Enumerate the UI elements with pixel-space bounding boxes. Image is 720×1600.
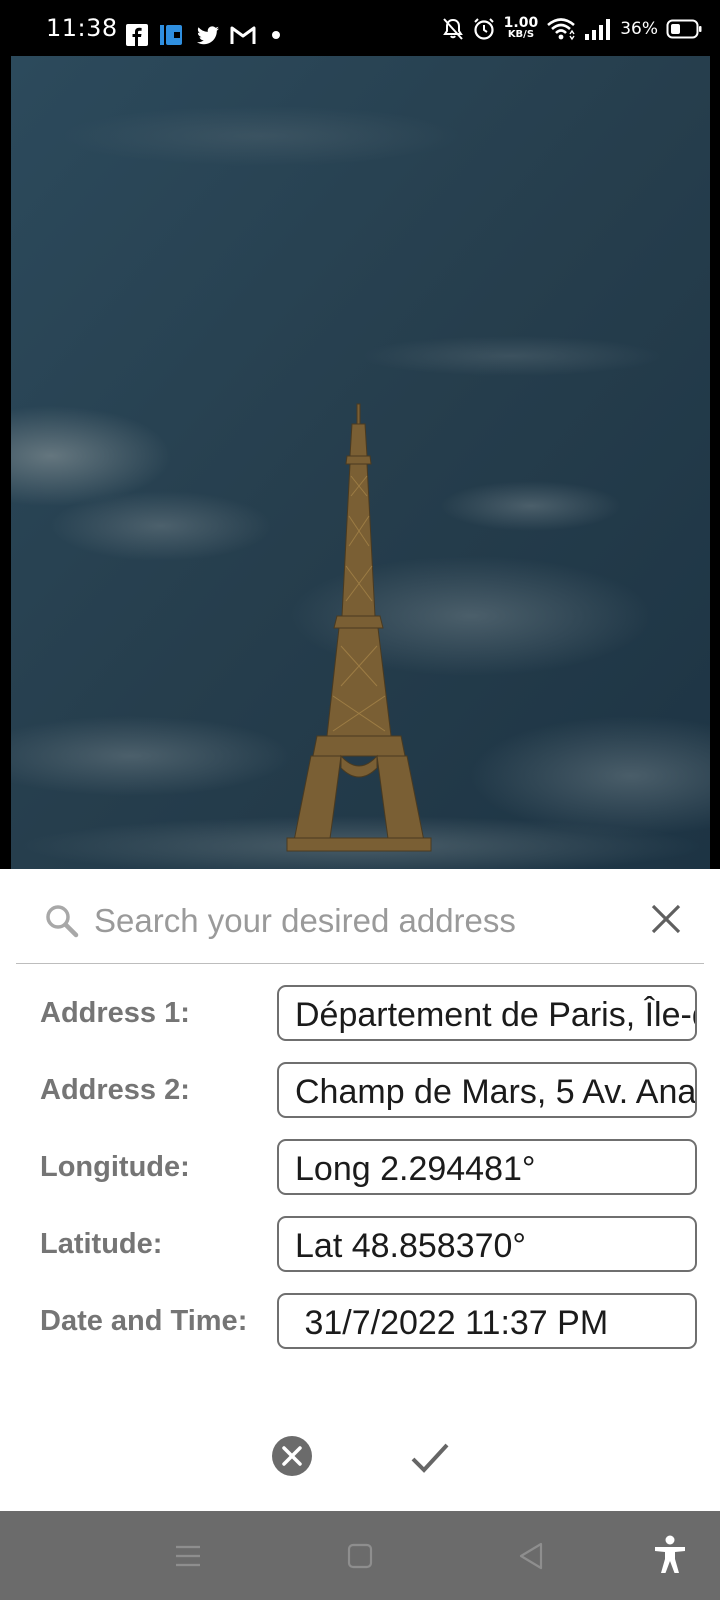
address2-label: Address 2: <box>40 1074 190 1106</box>
battery-percent: 36% <box>620 19 658 39</box>
alarm-icon <box>473 18 494 40</box>
action-buttons <box>0 1427 720 1483</box>
menu-icon[interactable] <box>171 1539 205 1573</box>
longitude-field[interactable]: Long 2.294481° <box>277 1139 697 1195</box>
search-input[interactable] <box>94 899 614 943</box>
status-bar: 11:38 1.00 KB/S 36% <box>0 0 720 56</box>
longitude-row: Longitude: Long 2.294481° <box>0 1139 720 1195</box>
longitude-value: Long 2.294481° <box>295 1150 536 1188</box>
net-speed-value: 1.00 <box>503 15 539 31</box>
more-dot-icon <box>272 31 280 39</box>
wifi-icon <box>547 18 576 41</box>
latitude-row: Latitude: Lat 48.858370° <box>0 1216 720 1272</box>
battery-icon <box>666 19 702 39</box>
checkmark-icon[interactable] <box>408 1435 452 1479</box>
net-speed-unit: KB/S <box>507 29 535 40</box>
address2-field[interactable]: Champ de Mars, 5 Av. Anatole France <box>277 1062 697 1118</box>
datetime-value: 31/7/2022 11:37 PM <box>295 1304 609 1342</box>
longitude-label: Longitude: <box>40 1151 190 1183</box>
address1-label: Address 1: <box>40 997 190 1029</box>
address1-value: Département de Paris, Île-de-France <box>295 996 695 1034</box>
latitude-label: Latitude: <box>40 1228 163 1260</box>
wallet-app-icon <box>160 25 182 45</box>
signal-icon <box>585 19 611 40</box>
datetime-row: Date and Time: 31/7/2022 11:37 PM <box>0 1293 720 1349</box>
cancel-icon[interactable] <box>271 1435 313 1477</box>
address1-row: Address 1: Département de Paris, Île-de-… <box>0 985 720 1041</box>
latitude-value: Lat 48.858370° <box>295 1227 527 1265</box>
system-navigation-bar <box>0 1511 720 1600</box>
address2-value: Champ de Mars, 5 Av. Anatole France <box>295 1073 697 1111</box>
eiffel-tower-photo <box>11 56 710 869</box>
status-right-icons: 1.00 KB/S 36% <box>442 16 702 42</box>
datetime-field[interactable]: 31/7/2022 11:37 PM <box>277 1293 697 1349</box>
close-icon[interactable] <box>646 899 686 939</box>
notifications-muted-icon <box>442 18 463 40</box>
net-speed: 1.00 KB/S <box>503 15 539 40</box>
twitter-icon <box>197 26 219 45</box>
search-bar <box>16 869 704 964</box>
datetime-label: Date and Time: <box>40 1305 248 1337</box>
latitude-field[interactable]: Lat 48.858370° <box>277 1216 697 1272</box>
address-bottom-sheet: Address 1: Département de Paris, Île-de-… <box>0 869 720 1511</box>
home-square-icon[interactable] <box>343 1539 377 1573</box>
accessibility-icon[interactable] <box>652 1535 688 1575</box>
gmail-icon <box>230 26 256 44</box>
search-icon <box>46 905 79 938</box>
address1-field[interactable]: Département de Paris, Île-de-France <box>277 985 697 1041</box>
back-triangle-icon[interactable] <box>515 1539 549 1573</box>
facebook-icon <box>126 24 148 46</box>
address2-row: Address 2: Champ de Mars, 5 Av. Anatole … <box>0 1062 720 1118</box>
status-time: 11:38 <box>46 14 118 42</box>
